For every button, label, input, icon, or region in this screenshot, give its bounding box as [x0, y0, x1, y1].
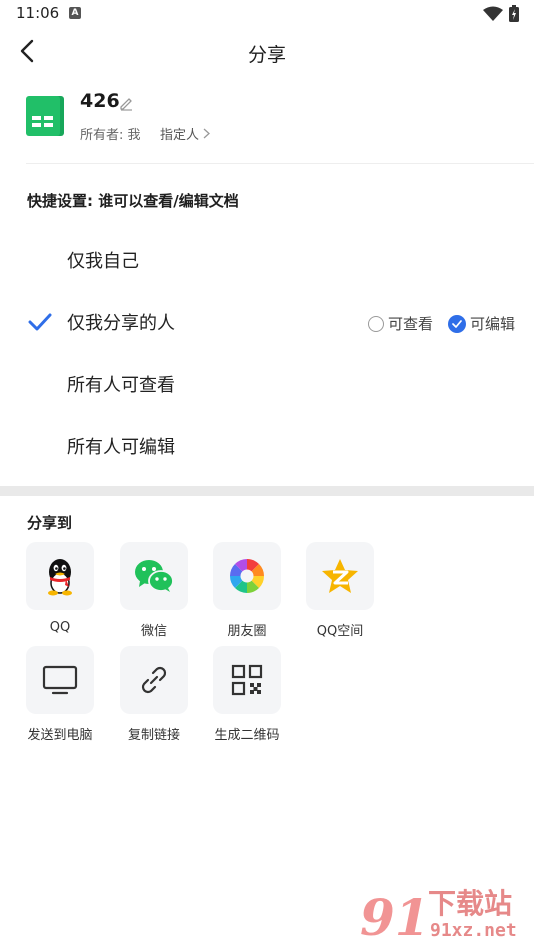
moments-icon: [230, 559, 264, 593]
checkmark-icon: [28, 313, 52, 331]
share-to-pc-tile: [26, 646, 94, 714]
option-only-me[interactable]: 仅我自己: [0, 229, 534, 291]
document-info: 426 所有者: 我 指定人: [0, 86, 534, 162]
assign-people-label: 指定人: [160, 128, 200, 143]
option-label: 仅我分享的人: [67, 313, 175, 334]
share-qq-tile: [26, 542, 94, 610]
share-qq[interactable]: QQ: [13, 542, 107, 642]
notification-icon: A: [69, 7, 81, 19]
document-name: 426: [80, 90, 120, 112]
pencil-edit-icon[interactable]: [118, 95, 134, 111]
edit-permission-radio[interactable]: 可编辑: [448, 313, 515, 334]
option-everyone-edit[interactable]: 所有人可编辑: [0, 415, 534, 477]
share-to-pc-label: 发送到电脑: [27, 728, 93, 743]
option-label: 所有人可查看: [67, 375, 175, 396]
share-qzone-label: QQ空间: [316, 624, 364, 639]
radio-unchecked-icon: [368, 315, 384, 332]
qr-code-icon: [231, 664, 263, 696]
status-time: 11:06: [16, 4, 60, 22]
share-moments-label: 朋友圈: [227, 624, 267, 639]
watermark-url: 91xz.net: [430, 920, 517, 941]
share-qq-label: QQ: [49, 620, 71, 635]
copy-link-tile: [120, 646, 188, 714]
copy-link-label: 复制链接: [127, 728, 180, 743]
watermark-text: 下载站: [428, 887, 513, 920]
share-moments-tile: [213, 542, 281, 610]
generate-qr-code-tile: [213, 646, 281, 714]
site-watermark: 91 下载站 91xz.net: [360, 882, 530, 947]
share-wechat-label: 微信: [140, 624, 167, 639]
document-owner: 所有者: 我: [80, 128, 141, 143]
chevron-right-icon: [203, 128, 210, 139]
share-to-pc[interactable]: 发送到电脑: [13, 646, 107, 746]
monitor-icon: [42, 665, 78, 695]
title-bar: 分享: [0, 28, 534, 76]
option-label: 仅我自己: [67, 251, 139, 272]
status-bar: 11:06 A: [0, 0, 534, 28]
qzone-star-icon: [322, 559, 358, 593]
share-to-title: 分享到: [27, 514, 73, 532]
generate-qr-code-label: 生成二维码: [214, 728, 280, 743]
wechat-icon: [135, 560, 174, 592]
battery-icon: [509, 5, 519, 22]
share-moments[interactable]: 朋友圈: [200, 542, 294, 642]
view-permission-label: 可查看: [388, 315, 434, 333]
generate-qr-code[interactable]: 生成二维码: [200, 646, 294, 746]
assign-people-link[interactable]: 指定人: [160, 124, 210, 143]
option-everyone-view[interactable]: 所有人可查看: [0, 353, 534, 415]
radio-checked-icon: [448, 314, 466, 333]
watermark-logo: 91: [360, 888, 430, 947]
page-title: 分享: [247, 44, 286, 66]
share-wechat-tile: [120, 542, 188, 610]
share-wechat[interactable]: 微信: [107, 542, 201, 642]
share-qzone-tile: [306, 542, 374, 610]
copy-link[interactable]: 复制链接: [107, 646, 201, 746]
edit-permission-label: 可编辑: [470, 315, 516, 333]
divider: [26, 163, 534, 164]
option-label: 所有人可编辑: [67, 437, 175, 458]
section-divider: [0, 486, 534, 496]
option-shared-people[interactable]: 仅我分享的人 可查看 可编辑: [0, 291, 534, 353]
quick-settings-title: 快捷设置: 谁可以查看/编辑文档: [27, 192, 239, 210]
wifi-icon: [483, 6, 503, 21]
link-icon: [141, 666, 167, 694]
view-permission-radio[interactable]: 可查看: [368, 313, 433, 334]
spreadsheet-doc-icon: [26, 96, 64, 136]
qq-penguin-icon: [48, 559, 72, 596]
share-qzone[interactable]: QQ空间: [293, 542, 387, 642]
